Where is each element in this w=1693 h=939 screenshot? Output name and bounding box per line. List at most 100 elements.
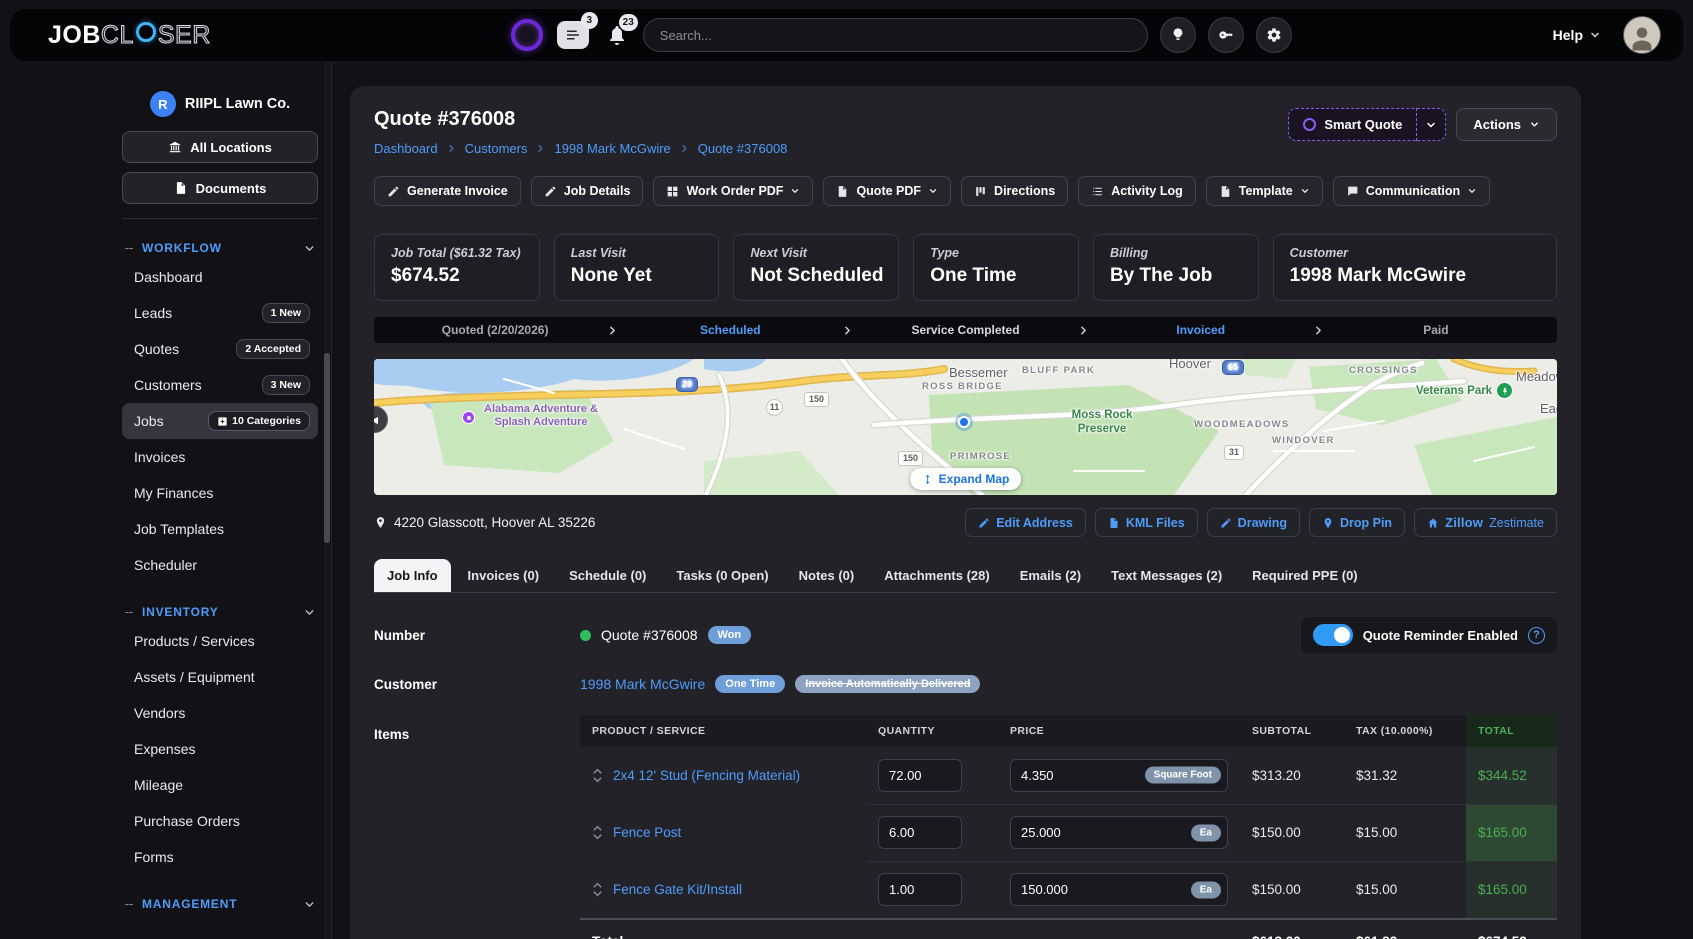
smart-quote-dropdown-button[interactable] [1417,108,1446,141]
template-button[interactable]: Template [1206,176,1323,206]
drawing-button[interactable]: Drawing [1207,508,1300,537]
ideas-button[interactable] [1160,17,1196,53]
sidebar-item-assets-equipment[interactable]: Assets / Equipment [122,659,318,695]
generate-invoice-button[interactable]: Generate Invoice [374,176,521,206]
job-details-button[interactable]: Job Details [531,176,644,206]
one-time-badge: One Time [715,675,785,693]
work-order-pdf-button[interactable]: Work Order PDF [653,176,813,206]
progress-step-paid: Paid [1325,323,1547,337]
directions-button[interactable]: Directions [961,176,1068,206]
tab-tasks[interactable]: Tasks (0 Open) [663,559,781,592]
sidebar-item-expenses[interactable]: Expenses [122,731,318,767]
sidebar-item-invoices[interactable]: Invoices [122,439,318,475]
quote-reminder-toggle[interactable] [1313,624,1353,646]
reorder-handle[interactable] [592,881,603,898]
tab-notes[interactable]: Notes (0) [786,559,868,592]
reorder-handle[interactable] [592,824,603,841]
building-icon [168,140,182,154]
sidebar-item-leads[interactable]: Leads1 New [122,295,318,331]
subtotal-cell: $150.00 [1240,804,1344,861]
all-locations-button[interactable]: All Locations [122,131,318,163]
kml-files-button[interactable]: KML Files [1095,508,1198,537]
tab-required-ppe[interactable]: Required PPE (0) [1239,559,1370,592]
quantity-input[interactable] [878,759,962,792]
total-row-tax: $61.32 [1344,919,1466,939]
product-link[interactable]: Fence Gate Kit/Install [613,882,742,897]
breadcrumb-customers[interactable]: Customers [465,141,528,156]
status-dot-icon [580,630,591,641]
col-quantity: QUANTITY [866,715,998,747]
actions-button[interactable]: Actions [1456,108,1557,141]
stat-card-last-visit: Last Visit None Yet [554,234,720,301]
user-avatar[interactable] [1623,16,1661,54]
settings-button[interactable] [1256,17,1292,53]
sidebar-item-jobs[interactable]: Jobs 10 Categories [122,403,318,439]
chat-icon [1346,185,1359,198]
company-selector[interactable]: R RIIPL Lawn Co. [122,91,318,117]
sidebar-item-customers[interactable]: Customers3 New [122,367,318,403]
communication-button[interactable]: Communication [1333,176,1490,206]
sidebar-item-dashboard[interactable]: Dashboard [122,259,318,295]
customer-link[interactable]: 1998 Mark McGwire [580,676,705,692]
queue-count-badge: 3 [581,12,598,29]
tab-text-messages[interactable]: Text Messages (2) [1098,559,1235,592]
progress-step-service-completed: Service Completed [854,323,1076,337]
quantity-input[interactable] [878,816,962,849]
map-label-windover: WINDOVER [1272,435,1335,446]
chevron-right-icon [1312,324,1325,337]
sidebar-item-forms[interactable]: Forms [122,839,318,875]
tab-invoices[interactable]: Invoices (0) [455,559,553,592]
sidebar-item-quotes[interactable]: Quotes2 Accepted [122,331,318,367]
documents-button[interactable]: Documents [122,172,318,204]
col-subtotal: SUBTOTAL [1240,715,1344,747]
chevron-right-icon [841,324,854,337]
leads-badge: 1 New [262,303,310,323]
chevron-up-icon [592,767,603,775]
drop-pin-button[interactable]: Drop Pin [1309,508,1405,537]
tab-job-info[interactable]: Job Info [374,559,451,592]
status-ring-icon[interactable] [511,19,543,51]
zillow-zestimate-button[interactable]: Zillow Zestimate [1414,508,1557,537]
section-management-header[interactable]: MANAGEMENT [122,893,318,915]
chevron-right-icon [535,143,546,154]
breadcrumb-customer[interactable]: 1998 Mark McGwire [554,141,670,156]
edit-address-button[interactable]: Edit Address [965,508,1086,537]
tax-cell: $31.32 [1344,747,1466,804]
section-workflow-header[interactable]: WORKFLOW [122,237,318,259]
help-menu[interactable]: Help [1553,27,1601,43]
sidebar-item-job-templates[interactable]: Job Templates [122,511,318,547]
items-field-row: Items PRODUCT / SERVICE QUANTITY PRICE S… [374,715,1557,939]
zillow-brand: Zillow [1445,515,1483,530]
notifications-button[interactable]: 23 [603,21,631,49]
pencil-icon [1220,517,1232,529]
product-link[interactable]: 2x4 12' Stud (Fencing Material) [613,768,800,783]
access-button[interactable] [1208,17,1244,53]
sidebar-item-mileage[interactable]: Mileage [122,767,318,803]
sidebar-item-purchase-orders[interactable]: Purchase Orders [122,803,318,839]
tab-emails[interactable]: Emails (2) [1007,559,1094,592]
sidebar-item-scheduler[interactable]: Scheduler [122,547,318,583]
expand-map-button[interactable]: Expand Map [910,468,1022,490]
quantity-input[interactable] [878,873,962,906]
breadcrumb-quote[interactable]: Quote #376008 [698,141,788,156]
sidebar-item-my-finances[interactable]: My Finances [122,475,318,511]
search-input[interactable] [643,18,1148,52]
tab-schedule[interactable]: Schedule (0) [556,559,659,592]
house-icon [1427,517,1439,529]
activity-log-button[interactable]: Activity Log [1078,176,1196,206]
app-logo: JOBCLOSER [48,21,211,50]
smart-quote-button[interactable]: Smart Quote [1288,108,1417,141]
sidebar-scrollbar-thumb[interactable] [324,353,330,543]
map[interactable]: 20 11 150 150 31 65 Alabama Adventure & … [374,359,1557,495]
breadcrumb-dashboard[interactable]: Dashboard [374,141,438,156]
tab-attachments[interactable]: Attachments (28) [871,559,1002,592]
sidebar-item-products-services[interactable]: Products / Services [122,623,318,659]
section-inventory-header[interactable]: INVENTORY [122,601,318,623]
sidebar-item-vendors[interactable]: Vendors [122,695,318,731]
customer-field-row: Customer 1998 Mark McGwire One Time Invo… [374,675,1557,693]
quote-pdf-button[interactable]: Quote PDF [823,176,951,206]
product-link[interactable]: Fence Post [613,825,681,840]
queue-button[interactable]: 3 [555,19,591,51]
help-circle-icon[interactable]: ? [1528,627,1545,644]
reorder-handle[interactable] [592,767,603,784]
